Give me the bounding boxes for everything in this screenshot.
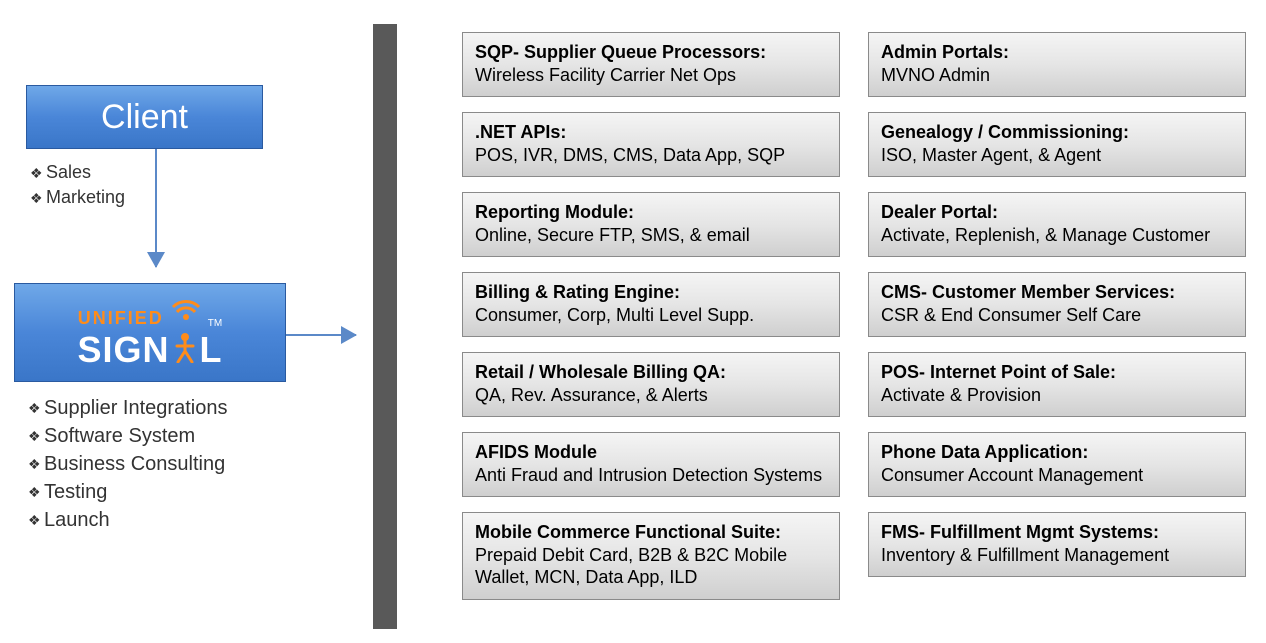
module-box: FMS- Fulfillment Mgmt Systems: Inventory …	[868, 512, 1246, 577]
module-desc: Inventory & Fulfillment Management	[881, 545, 1169, 565]
module-box: Billing & Rating Engine: Consumer, Corp, …	[462, 272, 840, 337]
module-desc: Anti Fraud and Intrusion Detection Syste…	[475, 465, 822, 485]
module-box: POS- Internet Point of Sale: Activate & P…	[868, 352, 1246, 417]
module-desc: Activate, Replenish, & Manage Customer	[881, 225, 1210, 245]
diamond-icon: ❖	[30, 168, 40, 178]
module-desc: Consumer Account Management	[881, 465, 1143, 485]
module-title: Genealogy / Commissioning:	[881, 122, 1129, 142]
module-box: Dealer Portal: Activate, Replenish, & Man…	[868, 192, 1246, 257]
module-box: AFIDS Module Anti Fraud and Intrusion Det…	[462, 432, 840, 497]
modules-grid: SQP- Supplier Queue Processors: Wireless …	[462, 32, 1252, 600]
module-box: Admin Portals: MVNO Admin	[868, 32, 1246, 97]
module-desc: MVNO Admin	[881, 65, 990, 85]
client-bullets: ❖ Sales ❖ Marketing	[30, 160, 125, 210]
module-title: Retail / Wholesale Billing QA:	[475, 362, 726, 382]
brand-right: L	[200, 329, 223, 371]
bullet-label: Software System	[44, 422, 195, 450]
module-box: SQP- Supplier Queue Processors: Wireless …	[462, 32, 840, 97]
module-desc: QA, Rev. Assurance, & Alerts	[475, 385, 708, 405]
module-title: CMS- Customer Member Services:	[881, 282, 1175, 302]
list-item: ❖ Sales	[30, 160, 125, 185]
brand-left: SIGN	[77, 329, 169, 371]
arrow-down-icon	[155, 149, 157, 267]
bullet-label: Testing	[44, 478, 107, 506]
module-desc: Prepaid Debit Card, B2B & B2C Mobile Wal…	[475, 545, 787, 588]
module-desc: Consumer, Corp, Multi Level Supp.	[475, 305, 754, 325]
person-signal-icon	[171, 329, 199, 372]
unified-signal-box: UNIFIED TM SIGN L	[14, 283, 286, 382]
vertical-divider	[373, 24, 397, 629]
module-title: Billing & Rating Engine:	[475, 282, 680, 302]
bullet-label: Launch	[44, 506, 110, 534]
bullet-label: Sales	[46, 160, 91, 185]
list-item: ❖ Marketing	[30, 185, 125, 210]
diamond-icon: ❖	[30, 193, 40, 203]
wifi-signal-icon	[169, 294, 203, 329]
bullet-label: Business Consulting	[44, 450, 225, 478]
module-desc: POS, IVR, DMS, CMS, Data App, SQP	[475, 145, 785, 165]
module-title: SQP- Supplier Queue Processors:	[475, 42, 766, 62]
list-item: ❖ Software System	[28, 422, 227, 450]
module-title: POS- Internet Point of Sale:	[881, 362, 1116, 382]
bullet-label: Marketing	[46, 185, 125, 210]
module-box: Mobile Commerce Functional Suite: Prepaid…	[462, 512, 840, 600]
module-box: .NET APIs: POS, IVR, DMS, CMS, Data App, …	[462, 112, 840, 177]
arrow-right-icon	[286, 334, 356, 336]
module-box: CMS- Customer Member Services: CSR & End …	[868, 272, 1246, 337]
module-desc: CSR & End Consumer Self Care	[881, 305, 1141, 325]
client-box: Client	[26, 85, 263, 149]
bullet-label: Supplier Integrations	[44, 394, 227, 422]
module-title: Phone Data Application:	[881, 442, 1088, 462]
modules-col-left: SQP- Supplier Queue Processors: Wireless …	[462, 32, 840, 600]
module-desc: Online, Secure FTP, SMS, & email	[475, 225, 750, 245]
diamond-icon: ❖	[28, 487, 38, 497]
diamond-icon: ❖	[28, 403, 38, 413]
module-desc: Wireless Facility Carrier Net Ops	[475, 65, 736, 85]
module-desc: ISO, Master Agent, & Agent	[881, 145, 1101, 165]
list-item: ❖ Business Consulting	[28, 450, 227, 478]
brand-top-row: UNIFIED TM	[78, 294, 222, 329]
list-item: ❖ Launch	[28, 506, 227, 534]
module-title: .NET APIs:	[475, 122, 566, 142]
module-title: Mobile Commerce Functional Suite:	[475, 522, 781, 542]
diamond-icon: ❖	[28, 431, 38, 441]
module-title: FMS- Fulfillment Mgmt Systems:	[881, 522, 1159, 542]
module-box: Retail / Wholesale Billing QA: QA, Rev. A…	[462, 352, 840, 417]
modules-col-right: Admin Portals: MVNO Admin Genealogy / Com…	[868, 32, 1246, 600]
trademark-icon: TM	[208, 318, 222, 329]
signal-bullets: ❖Supplier Integrations ❖Software System …	[28, 394, 227, 534]
diamond-icon: ❖	[28, 459, 38, 469]
list-item: ❖ Testing	[28, 478, 227, 506]
module-title: Reporting Module:	[475, 202, 634, 222]
list-item: ❖ Supplier Integrations	[28, 394, 227, 422]
module-desc: Activate & Provision	[881, 385, 1041, 405]
client-title: Client	[101, 98, 188, 137]
brand-signal: SIGN L	[77, 329, 222, 372]
brand-unified: UNIFIED	[78, 308, 164, 329]
module-title: Admin Portals:	[881, 42, 1009, 62]
module-title: Dealer Portal:	[881, 202, 998, 222]
module-box: Phone Data Application: Consumer Account …	[868, 432, 1246, 497]
module-title: AFIDS Module	[475, 442, 597, 462]
module-box: Reporting Module: Online, Secure FTP, SMS…	[462, 192, 840, 257]
module-box: Genealogy / Commissioning: ISO, Master Ag…	[868, 112, 1246, 177]
diamond-icon: ❖	[28, 515, 38, 525]
